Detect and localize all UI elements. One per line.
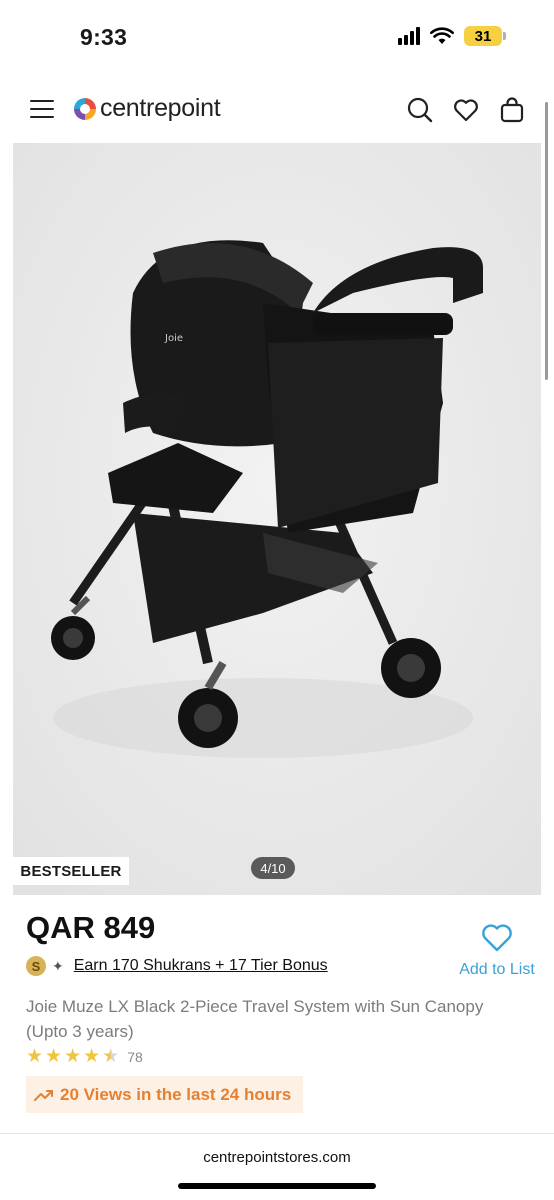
site-header: centrepoint — [0, 80, 554, 140]
signal-icon — [398, 27, 420, 45]
stroller-image: Joie — [13, 143, 541, 895]
wifi-icon — [430, 27, 454, 44]
add-to-list-button[interactable]: Add to List — [456, 922, 538, 979]
brand-name: centrepoint — [100, 94, 221, 122]
heart-icon[interactable] — [452, 96, 480, 124]
trending-up-icon — [34, 1089, 53, 1101]
shukran-link[interactable]: Earn 170 Shukrans + 17 Tier Bonus — [74, 957, 328, 975]
sparkle-icon: ✦ — [52, 957, 64, 974]
product-image-gallery[interactable]: Joie — [13, 143, 541, 895]
menu-icon[interactable] — [30, 100, 54, 120]
add-to-list-label: Add to List — [459, 961, 535, 978]
rating-count: 78 — [127, 1048, 143, 1065]
star-icon: ★ — [83, 1046, 101, 1067]
search-icon[interactable] — [406, 96, 434, 124]
battery-level: 31 — [464, 26, 502, 46]
star-icon: ★ — [45, 1046, 63, 1067]
svg-text:Joie: Joie — [164, 333, 183, 344]
status-bar: 9:33 31 — [0, 0, 554, 72]
product-price: QAR 849 — [26, 910, 156, 945]
product-title: Joie Muze LX Black 2-Piece Travel System… — [26, 997, 484, 1041]
status-time: 9:33 — [80, 24, 128, 50]
rating[interactable]: ★ ★ ★ ★ ★ 78 — [26, 1047, 143, 1066]
heart-outline-icon — [482, 924, 512, 952]
brand-logo[interactable]: centrepoint — [74, 94, 221, 123]
views-text: 20 Views in the last 24 hours — [60, 1084, 292, 1104]
shukran-rewards[interactable]: S ✦ Earn 170 Shukrans + 17 Tier Bonus — [26, 956, 328, 976]
logo-mark-icon — [74, 97, 96, 120]
home-indicator[interactable] — [178, 1183, 376, 1189]
status-icons: 31 — [398, 26, 506, 46]
scrollbar[interactable] — [545, 102, 548, 380]
bestseller-badge: BESTSELLER — [13, 857, 129, 885]
image-counter: 4/10 — [251, 857, 295, 879]
url-text[interactable]: centrepointstores.com — [0, 1149, 554, 1166]
half-star-icon: ★ — [102, 1046, 120, 1067]
shukran-coin-icon: S — [26, 956, 46, 976]
shopping-bag-icon[interactable] — [498, 96, 526, 124]
star-icon: ★ — [26, 1046, 44, 1067]
battery-icon: 31 — [464, 26, 506, 46]
star-icon: ★ — [64, 1046, 82, 1067]
browser-url-bar[interactable]: centrepointstores.com — [0, 1134, 554, 1200]
views-badge: 20 Views in the last 24 hours — [26, 1076, 304, 1113]
